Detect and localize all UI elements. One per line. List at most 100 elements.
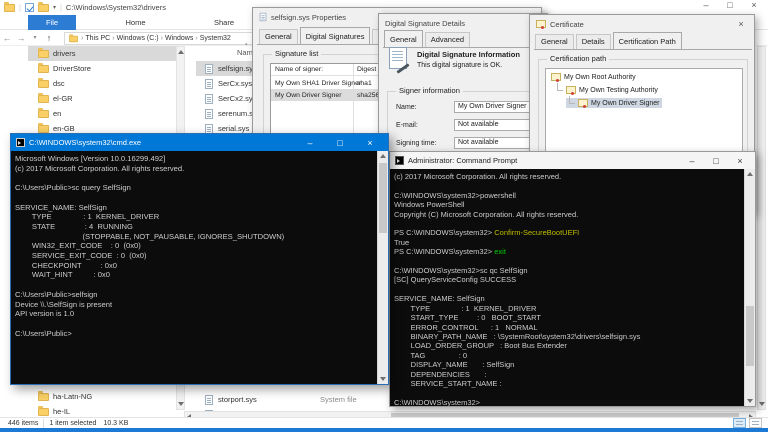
folder-icon [69, 35, 78, 41]
system-file-icon [205, 124, 213, 134]
breadcrumb-item: ›System32 [195, 35, 230, 42]
cert-node-driver-signer[interactable]: My Own Driver Signer [566, 98, 662, 108]
maximize-icon[interactable]: □ [718, 0, 742, 10]
tab-file[interactable]: File [28, 15, 76, 30]
tab-advanced[interactable]: Advanced [425, 32, 470, 47]
tree-elbow [557, 83, 563, 91]
minimize-icon[interactable]: – [682, 156, 702, 166]
tab-general[interactable]: General [535, 34, 574, 49]
chevron-icon: › [81, 35, 83, 42]
scroll-down-icon[interactable] [747, 399, 753, 403]
maximize-icon[interactable]: □ [706, 156, 726, 166]
vscroll-thumb[interactable] [746, 306, 754, 366]
vscroll-thumb[interactable] [379, 163, 387, 233]
folder-icon [38, 80, 49, 88]
cmd-titlebar[interactable]: C:\WINDOWS\system32\cmd.exe – □ × [11, 134, 388, 151]
maximize-icon[interactable]: □ [327, 138, 353, 148]
system-file-icon [205, 79, 213, 89]
minimize-icon[interactable]: – [297, 138, 323, 148]
certification-path-label: Certification path [547, 54, 609, 63]
breadcrumb-item: ›This PC [81, 35, 110, 42]
status-item-count: 446 items [8, 420, 38, 427]
close-icon[interactable]: × [357, 138, 383, 148]
details-view-icon[interactable] [733, 418, 746, 428]
system-file-icon [205, 109, 213, 119]
cmd-icon [16, 138, 25, 147]
signature-status-text: This digital signature is OK. [417, 62, 502, 69]
folder-icon [38, 95, 49, 103]
qat-caret-icon[interactable]: ▾ [53, 4, 56, 11]
cert-node-testing-authority[interactable]: My Own Testing Authority [554, 85, 661, 95]
file-row-storport[interactable]: storport.sysSystem file [196, 392, 386, 407]
folder-icon [38, 408, 49, 416]
system-file-icon [205, 395, 213, 405]
certificate-icon [578, 99, 588, 107]
file-type: System file [320, 395, 357, 404]
back-icon[interactable]: ← [0, 33, 14, 43]
up-icon[interactable]: ↑ [42, 33, 56, 43]
certificate-title: Certificate [550, 20, 584, 29]
files-vscrollbar[interactable] [757, 46, 766, 410]
admin-cmd-window: Administrator: Command Prompt – □ × (c) … [389, 151, 756, 407]
folder-icon [38, 110, 49, 118]
close-icon[interactable]: × [742, 0, 766, 10]
signing-time-field[interactable]: Not available [454, 137, 540, 149]
folder-icon [4, 4, 15, 12]
scroll-down-icon[interactable] [759, 402, 765, 406]
tab-digital-signatures[interactable]: Digital Signatures [300, 27, 371, 44]
tab-general[interactable]: General [259, 29, 298, 44]
signer-email-field[interactable]: Not available [454, 119, 540, 131]
sort-asc-icon: ▴ [245, 41, 248, 47]
tab-certification-path[interactable]: Certification Path [613, 32, 682, 49]
tree-item-dsc[interactable]: dsc [28, 76, 178, 91]
chevron-icon: › [195, 35, 197, 42]
folder-icon [38, 125, 49, 133]
close-icon[interactable]: × [730, 156, 750, 166]
signature-info-icon [389, 47, 407, 69]
column-name-of-signer[interactable]: Name of signer: [275, 66, 323, 73]
scroll-up-icon[interactable] [380, 154, 386, 158]
chevron-icon: › [112, 35, 114, 42]
desktop: | ▾ | C:\Windows\System32\drivers – □ × … [0, 0, 768, 432]
cmd-body[interactable]: Microsoft Windows [Version 10.0.16299.49… [11, 151, 388, 384]
minimize-icon[interactable]: – [694, 0, 718, 10]
tab-home[interactable]: Home [113, 15, 158, 30]
tree-item-drivers[interactable]: drivers [28, 46, 178, 61]
folder-qat-icon[interactable] [38, 4, 49, 12]
signer-name-field[interactable]: My Own Driver Signer [454, 101, 540, 113]
tree-item-ha-latn-ng[interactable]: ha-Latn-NG [28, 389, 178, 404]
close-icon[interactable]: × [734, 19, 748, 29]
scroll-up-icon[interactable] [178, 50, 184, 54]
tab-details[interactable]: Details [576, 34, 611, 49]
admin-cmd-titlebar[interactable]: Administrator: Command Prompt – □ × [390, 152, 755, 169]
scroll-down-icon[interactable] [178, 402, 184, 406]
separator: | [19, 3, 21, 12]
cmd-scrollbar[interactable] [377, 151, 388, 384]
forward-icon[interactable]: → [14, 33, 28, 43]
taskbar-edge[interactable] [0, 428, 768, 432]
properties-qat-icon[interactable] [25, 3, 34, 12]
cmd-text: Microsoft Windows [Version 10.0.16299.49… [15, 154, 375, 384]
tab-general[interactable]: General [384, 30, 423, 47]
folder-icon [38, 393, 49, 401]
field-label-signing-time: Signing time: [396, 140, 436, 147]
history-caret-icon[interactable]: ▾ [28, 34, 42, 41]
cert-node-root-authority[interactable]: My Own Root Authority [548, 72, 639, 82]
admin-cmd-title: Administrator: Command Prompt [408, 156, 517, 165]
chevron-icon: › [161, 35, 163, 42]
breadcrumb-item: ›Windows (C:) [112, 35, 158, 42]
tree-item-en[interactable]: en [28, 106, 178, 121]
scroll-up-icon[interactable] [747, 172, 753, 176]
admin-cmd-scrollbar[interactable] [744, 169, 755, 406]
tree-item-el-gr[interactable]: el-GR [28, 91, 178, 106]
signer-information-label: Signer information [396, 86, 463, 95]
tree-item-driverstore[interactable]: DriverStore [28, 61, 178, 76]
tab-share[interactable]: Share [200, 15, 248, 30]
scroll-down-icon[interactable] [380, 377, 386, 381]
large-icons-view-icon[interactable] [749, 418, 762, 428]
cmd-window: C:\WINDOWS\system32\cmd.exe – □ × Micros… [10, 133, 389, 385]
field-label-email: E-mail: [396, 122, 418, 129]
admin-cmd-body[interactable]: (c) 2017 Microsoft Corporation. All righ… [390, 169, 755, 406]
status-selected-count: 1 item selected [49, 420, 96, 427]
certificate-titlebar[interactable]: Certificate × [530, 15, 754, 33]
